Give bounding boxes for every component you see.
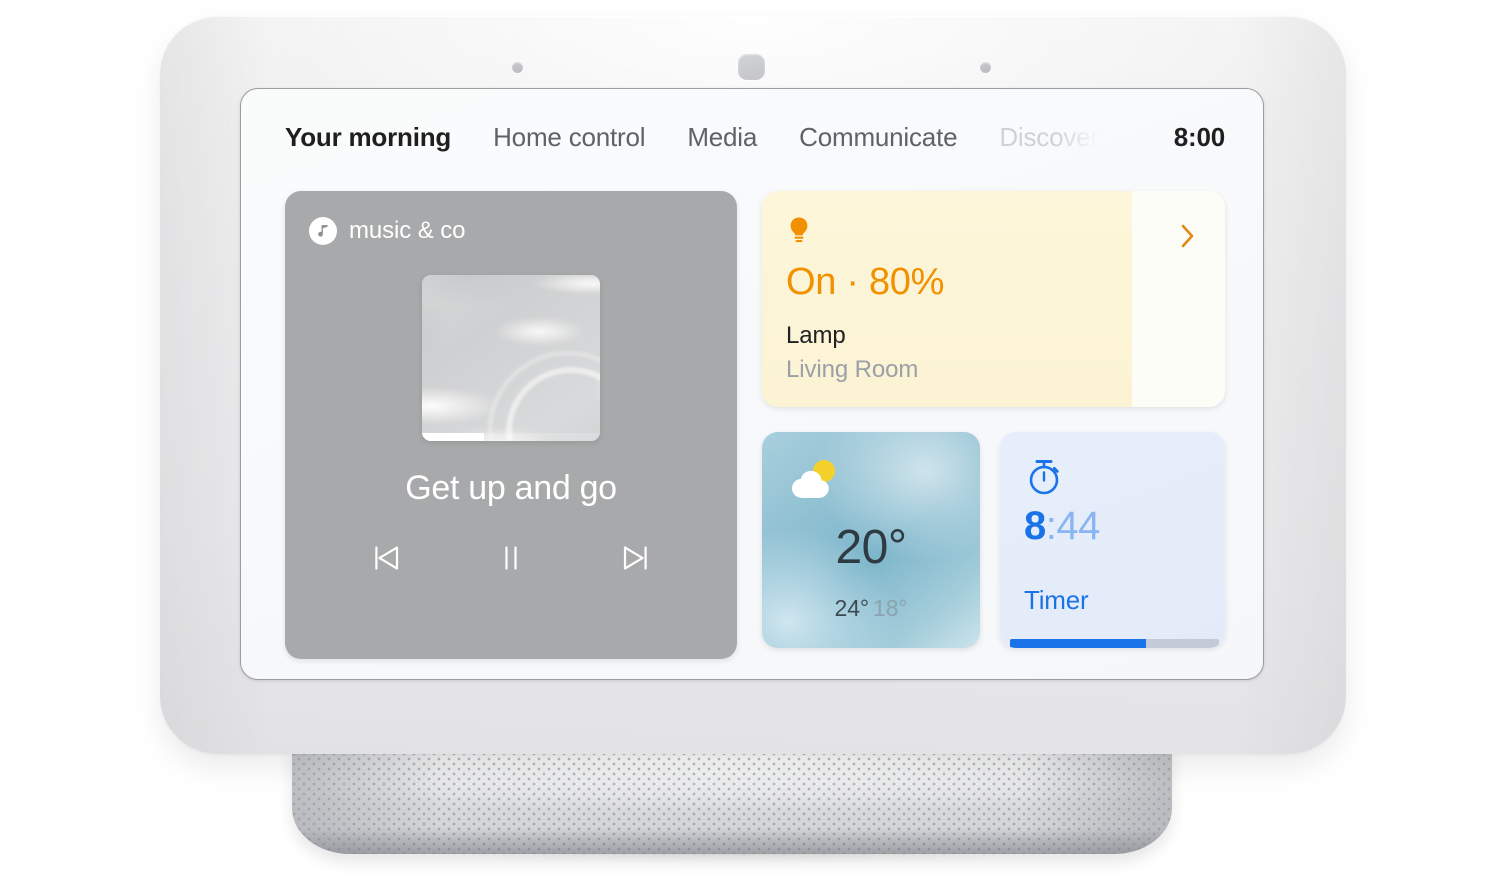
lightbulb-icon	[786, 215, 944, 247]
timer-label: Timer	[1024, 585, 1089, 615]
album-artwork	[422, 275, 600, 441]
pause-icon	[491, 538, 531, 578]
media-column: music & co Get up and go	[285, 191, 737, 659]
lamp-control-card[interactable]: On · 80% Lamp Living Room	[762, 191, 1225, 407]
nav-tab-your-morning[interactable]: Your morning	[285, 122, 451, 153]
home-cards-grid: music & co Get up and go On · 80% Lamp L…	[285, 191, 1225, 659]
lamp-card-body: On · 80% Lamp Living Room	[786, 215, 944, 384]
nav-tab-media[interactable]: Media	[687, 122, 757, 153]
album-artwork-image	[422, 275, 600, 441]
media-provider: music & co	[309, 217, 465, 245]
skip-next-icon	[616, 538, 656, 578]
timer-progress-bar	[1010, 639, 1219, 648]
timer-remaining-time: 8:44	[1024, 504, 1100, 549]
ambient-light-sensor-left-icon	[512, 62, 523, 73]
timer-seconds: :44	[1045, 504, 1101, 548]
next-track-button[interactable]	[616, 538, 656, 578]
partly-cloudy-day-icon	[786, 457, 848, 501]
weather-current-temperature: 20°	[835, 521, 907, 574]
nav-tab-communicate[interactable]: Communicate	[799, 122, 957, 153]
speaker-base	[292, 742, 1172, 854]
speaker-shade-bottom	[292, 828, 1172, 854]
media-progress-fill	[422, 433, 485, 441]
lamp-device-name: Lamp	[786, 322, 846, 349]
track-title: Get up and go	[405, 469, 617, 507]
status-clock: 8:00	[1173, 121, 1225, 152]
media-transport-controls	[366, 538, 656, 578]
weather-high-temperature: 24°	[834, 595, 870, 621]
screenshot-stage: Your morning Home control Media Communic…	[0, 0, 1500, 880]
media-provider-name: music & co	[349, 217, 466, 244]
device-body: Your morning Home control Media Communic…	[160, 16, 1346, 754]
chevron-right-icon[interactable]	[1177, 221, 1199, 251]
pause-button[interactable]	[491, 538, 531, 578]
ambient-light-sensor-right-icon	[980, 62, 991, 73]
nav-tab-discover[interactable]: Discover	[999, 122, 1099, 153]
timer-card[interactable]: 8:44 Timer	[1000, 432, 1225, 648]
bottom-widgets-row: 20° 24° 18° 8:44 Timer	[762, 432, 1225, 648]
music-note-icon	[309, 217, 337, 245]
weather-low-temperature: 18°	[873, 595, 908, 621]
media-progress-bar[interactable]	[422, 433, 600, 441]
camera-sensor-icon	[738, 54, 765, 80]
nav-tab-home-control[interactable]: Home control	[493, 122, 645, 153]
timer-minutes: 8	[1024, 504, 1046, 548]
lamp-state-text: On · 80%	[786, 261, 945, 303]
timer-progress-fill	[1010, 639, 1146, 648]
skip-previous-icon	[366, 538, 406, 578]
widgets-column: On · 80% Lamp Living Room 20° 24° 18° 8:…	[762, 191, 1225, 659]
display-screen: Your morning Home control Media Communic…	[240, 88, 1264, 680]
lamp-room-name: Living Room	[786, 356, 919, 383]
stopwatch-icon	[1024, 456, 1066, 498]
weather-high-low: 24° 18°	[762, 595, 980, 622]
weather-card[interactable]: 20° 24° 18°	[762, 432, 980, 648]
top-navigation-bar: Your morning Home control Media Communic…	[241, 89, 1263, 185]
media-player-card[interactable]: music & co Get up and go	[285, 191, 737, 659]
previous-track-button[interactable]	[366, 538, 406, 578]
